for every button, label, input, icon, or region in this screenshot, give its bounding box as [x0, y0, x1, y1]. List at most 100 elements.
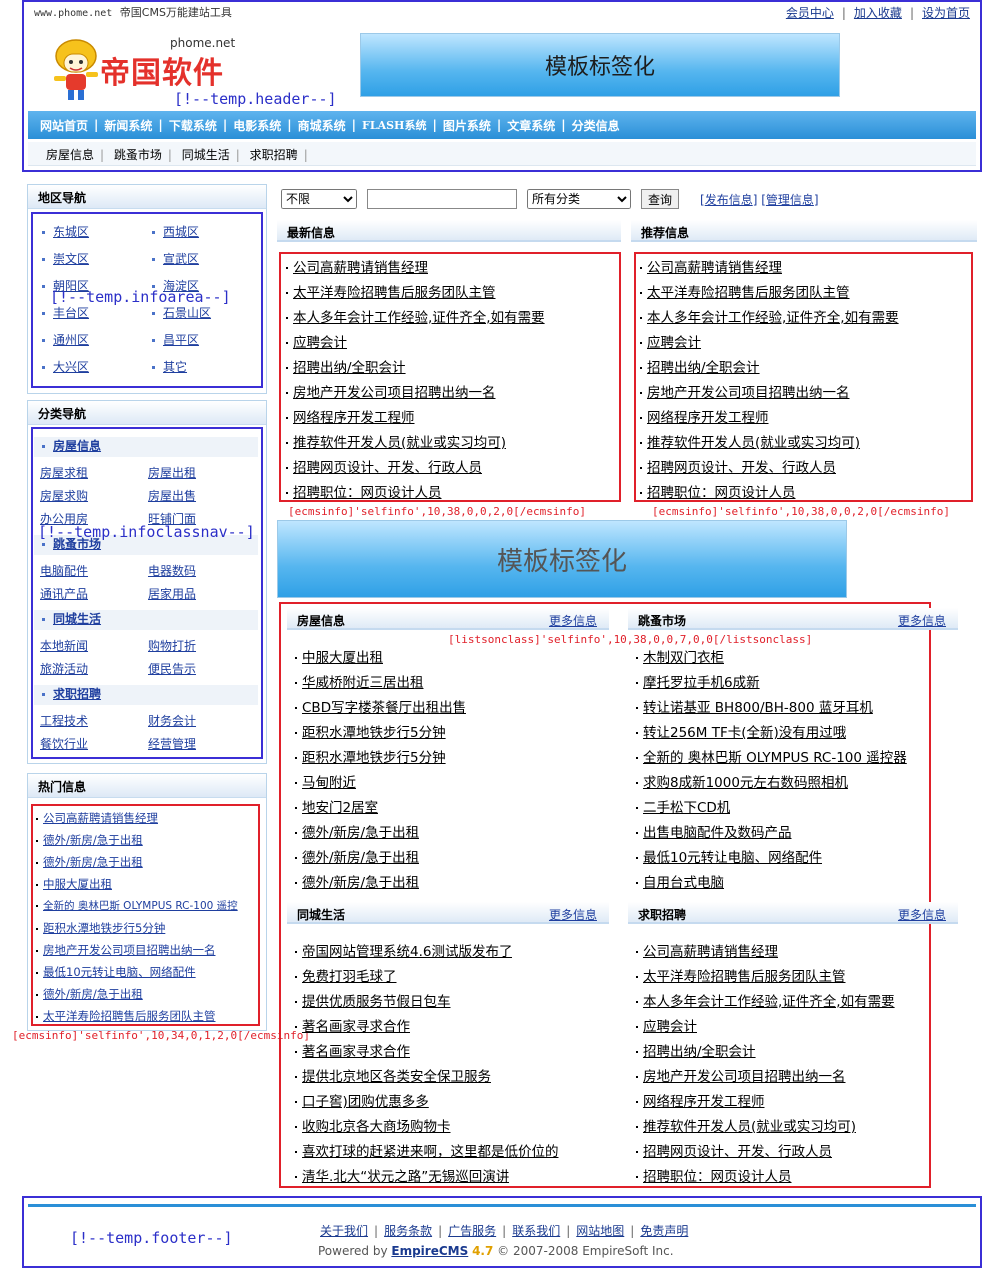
- classnav-item[interactable]: 购物打折: [148, 637, 196, 654]
- hot-item[interactable]: 房地产开发公司项目招聘出纳一名: [36, 942, 216, 958]
- section-item[interactable]: 全新的 奥林巴斯 OLYMPUS RC-100 遥控器: [636, 746, 907, 766]
- classnav-group-head[interactable]: 求职招聘: [34, 685, 258, 705]
- search-input[interactable]: [367, 189, 517, 209]
- latest-item[interactable]: 房地产开发公司项目招聘出纳一名: [286, 381, 496, 401]
- section-item[interactable]: 著名画家寻求合作: [295, 1040, 410, 1060]
- section-item[interactable]: 收购北京各大商场购物卡: [295, 1115, 451, 1135]
- section-item[interactable]: 清华.北大“状元之路”无锡巡回演讲: [295, 1165, 509, 1185]
- hot-item[interactable]: 距积水潭地铁步行5分钟: [36, 920, 165, 936]
- section-item[interactable]: 招聘出纳/全职会计: [636, 1040, 756, 1060]
- latest-item[interactable]: 推荐软件开发人员(就业或实习均可): [286, 431, 506, 451]
- classnav-item[interactable]: 经营管理: [148, 735, 196, 752]
- recommend-item[interactable]: 招聘出纳/全职会计: [640, 356, 760, 376]
- add-favorite-link[interactable]: 加入收藏: [854, 6, 902, 20]
- region-item[interactable]: 其它: [152, 358, 187, 375]
- recommend-item[interactable]: 太平洋寿险招聘售后服务团队主管: [640, 281, 850, 301]
- nav-news[interactable]: 新闻系统: [104, 117, 152, 134]
- section-item[interactable]: 著名画家寻求合作: [295, 1015, 410, 1035]
- region-item[interactable]: 东城区: [42, 223, 89, 240]
- subnav-life[interactable]: 同城生活: [182, 148, 230, 162]
- section-item[interactable]: 太平洋寿险招聘售后服务团队主管: [636, 965, 846, 985]
- hot-item[interactable]: 最低10元转让电脑、网络配件: [36, 964, 196, 980]
- section-item[interactable]: 木制双门衣柜: [636, 646, 724, 666]
- recommend-item[interactable]: 应聘会计: [640, 331, 701, 351]
- section-item[interactable]: 摩托罗拉手机6成新: [636, 671, 760, 691]
- ads-link[interactable]: 广告服务: [448, 1224, 496, 1238]
- recommend-item[interactable]: 招聘网页设计、开发、行政人员: [640, 456, 836, 476]
- about-link[interactable]: 关于我们: [320, 1224, 368, 1238]
- region-item[interactable]: 西城区: [152, 223, 199, 240]
- section-item[interactable]: 招聘职位：网页设计人员: [636, 1165, 792, 1185]
- section-item[interactable]: 提供北京地区各类安全保卫服务: [295, 1065, 491, 1085]
- latest-item[interactable]: 招聘网页设计、开发、行政人员: [286, 456, 482, 476]
- latest-item[interactable]: 公司高薪聘请销售经理: [286, 256, 428, 276]
- classnav-item[interactable]: 通讯产品: [40, 585, 88, 602]
- post-info-link[interactable]: 发布信息: [705, 193, 753, 207]
- recommend-item[interactable]: 房地产开发公司项目招聘出纳一名: [640, 381, 850, 401]
- section-item[interactable]: 距积水潭地铁步行5分钟: [295, 721, 446, 741]
- section-item[interactable]: 中服大厦出租: [295, 646, 383, 666]
- nav-flash[interactable]: FLASH系统: [362, 117, 426, 133]
- section-item[interactable]: 自用台式电脑: [636, 871, 724, 891]
- section-item[interactable]: 华威桥附近三居出租: [295, 671, 424, 691]
- section-item[interactable]: 公司高薪聘请销售经理: [636, 940, 778, 960]
- nav-shop[interactable]: 商城系统: [298, 117, 346, 134]
- latest-item[interactable]: 招聘出纳/全职会计: [286, 356, 406, 376]
- section-item[interactable]: 地安门2居室: [295, 796, 378, 816]
- section-item[interactable]: 德外/新房/急于出租: [295, 821, 419, 841]
- hot-item[interactable]: 德外/新房/急于出租: [36, 854, 143, 870]
- section-item[interactable]: 德外/新房/急于出租: [295, 871, 419, 891]
- section-item[interactable]: 应聘会计: [636, 1015, 697, 1035]
- region-item[interactable]: 昌平区: [152, 331, 199, 348]
- search-button[interactable]: 查询: [641, 189, 679, 209]
- terms-link[interactable]: 服务条款: [384, 1224, 432, 1238]
- sitemap-link[interactable]: 网站地图: [576, 1224, 624, 1238]
- set-homepage-link[interactable]: 设为首页: [922, 6, 970, 20]
- latest-item[interactable]: 招聘职位：网页设计人员: [286, 481, 442, 501]
- section-item[interactable]: 帝国网站管理系统4.6测试版发布了: [295, 940, 512, 960]
- range-select[interactable]: 不限: [281, 189, 357, 209]
- section-item[interactable]: 免费打羽毛球了: [295, 965, 397, 985]
- more-link[interactable]: 更多信息: [549, 906, 597, 923]
- region-item[interactable]: 石景山区: [152, 304, 211, 321]
- section-item[interactable]: 二手松下CD机: [636, 796, 730, 816]
- region-item[interactable]: 宣武区: [152, 250, 199, 267]
- nav-article[interactable]: 文章系统: [507, 117, 555, 134]
- nav-photo[interactable]: 图片系统: [443, 117, 491, 134]
- contact-link[interactable]: 联系我们: [512, 1224, 560, 1238]
- region-item[interactable]: 大兴区: [42, 358, 89, 375]
- latest-item[interactable]: 应聘会计: [286, 331, 347, 351]
- subnav-house[interactable]: 房屋信息: [46, 148, 94, 162]
- nav-movie[interactable]: 电影系统: [233, 117, 281, 134]
- member-center-link[interactable]: 会员中心: [786, 6, 834, 20]
- hot-item[interactable]: 德外/新房/急于出租: [36, 832, 143, 848]
- latest-item[interactable]: 本人多年会计工作经验,证件齐全,如有需要: [286, 306, 545, 326]
- section-item[interactable]: 出售电脑配件及数码产品: [636, 821, 792, 841]
- section-item[interactable]: 房地产开发公司项目招聘出纳一名: [636, 1065, 846, 1085]
- section-item[interactable]: 德外/新房/急于出租: [295, 846, 419, 866]
- section-item[interactable]: CBD写字楼茶餐厅出租出售: [295, 696, 466, 716]
- manage-info-link[interactable]: 管理信息: [766, 193, 814, 207]
- classnav-item[interactable]: 本地新闻: [40, 637, 88, 654]
- section-item[interactable]: 转让诺基亚 BH800/BH-800 蓝牙耳机: [636, 696, 873, 716]
- classnav-item[interactable]: 餐饮行业: [40, 735, 88, 752]
- header-banner[interactable]: 模板标签化: [360, 33, 840, 97]
- hot-item[interactable]: 太平洋寿险招聘售后服务团队主管: [36, 1008, 216, 1024]
- latest-item[interactable]: 网络程序开发工程师: [286, 406, 415, 426]
- recommend-item[interactable]: 公司高薪聘请销售经理: [640, 256, 782, 276]
- nav-download[interactable]: 下载系统: [169, 117, 217, 134]
- region-item[interactable]: 丰台区: [42, 304, 89, 321]
- latest-item[interactable]: 太平洋寿险招聘售后服务团队主管: [286, 281, 496, 301]
- classnav-item[interactable]: 居家用品: [148, 585, 196, 602]
- section-item[interactable]: 提供优质服务节假日包车: [295, 990, 451, 1010]
- mid-banner[interactable]: 模板标签化: [277, 520, 847, 598]
- classnav-item[interactable]: 旅游活动: [40, 660, 88, 677]
- section-item[interactable]: 最低10元转让电脑、网络配件: [636, 846, 822, 866]
- hot-item[interactable]: 中服大厦出租: [36, 876, 112, 892]
- section-item[interactable]: 口子窖)团购优惠多多: [295, 1090, 429, 1110]
- classnav-item[interactable]: 房屋求购: [40, 487, 88, 504]
- hot-item[interactable]: 德外/新房/急于出租: [36, 986, 143, 1002]
- section-item[interactable]: 网络程序开发工程师: [636, 1090, 765, 1110]
- classnav-item[interactable]: 工程技术: [40, 712, 88, 729]
- section-item[interactable]: 马甸附近: [295, 771, 356, 791]
